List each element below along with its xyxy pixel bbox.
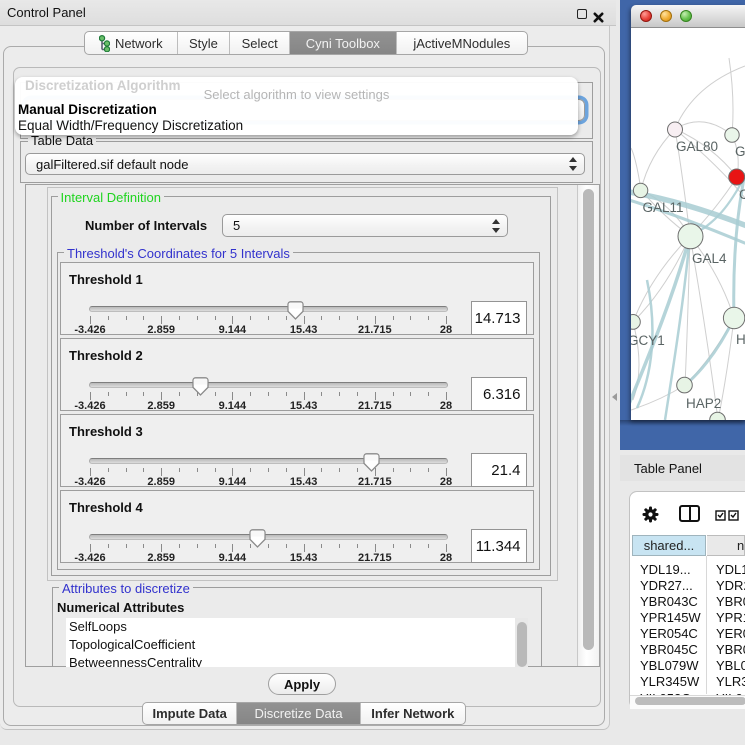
svg-text:H: H (736, 332, 745, 347)
svg-text:C: C (739, 187, 745, 202)
svg-text:GAL80: GAL80 (676, 139, 718, 154)
svg-text:GA: GA (735, 144, 745, 159)
svg-text:GAL4: GAL4 (692, 251, 727, 266)
svg-text:HAP2: HAP2 (686, 396, 721, 411)
svg-text:GAL11: GAL11 (643, 200, 684, 215)
svg-text:GCY1: GCY1 (631, 333, 665, 348)
